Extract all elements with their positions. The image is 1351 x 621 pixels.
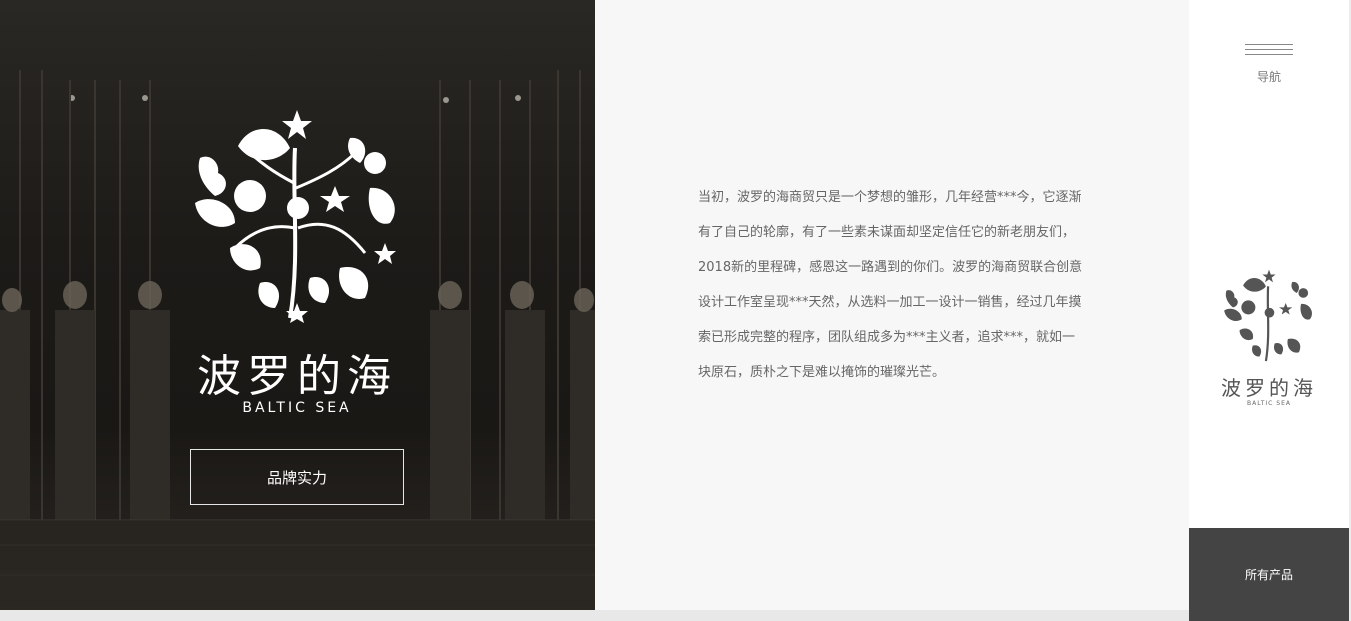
nav-label[interactable]: 导航: [1189, 68, 1349, 85]
bottom-divider: [0, 610, 1189, 621]
intro-paragraph: 当初，波罗的海商贸只是一个梦想的雏形，几年经营***今，它逐渐有了自己的轮廓，有…: [698, 190, 1083, 380]
intro-section: 当初，波罗的海商贸只是一个梦想的雏形，几年经营***今，它逐渐有了自己的轮廓，有…: [595, 0, 1189, 610]
sidebar: 导航 波罗的海 BALTIC SEA 所有产品: [1189, 0, 1349, 621]
floral-logo-icon: [1224, 269, 1312, 362]
sidebar-brand-english: BALTIC SEA: [1247, 400, 1291, 407]
hero-banner: 波罗的海 BALTIC SEA 品牌实力: [0, 0, 595, 610]
brand-name-english: BALTIC SEA: [242, 400, 352, 416]
all-products-button[interactable]: 所有产品: [1189, 528, 1349, 621]
hamburger-icon[interactable]: [1245, 44, 1293, 60]
floral-logo-icon: [195, 110, 396, 323]
brand-strength-button[interactable]: 品牌实力: [190, 449, 404, 505]
sidebar-brand-chinese: 波罗的海: [1221, 376, 1317, 400]
brand-name-chinese: 波罗的海: [197, 351, 397, 402]
